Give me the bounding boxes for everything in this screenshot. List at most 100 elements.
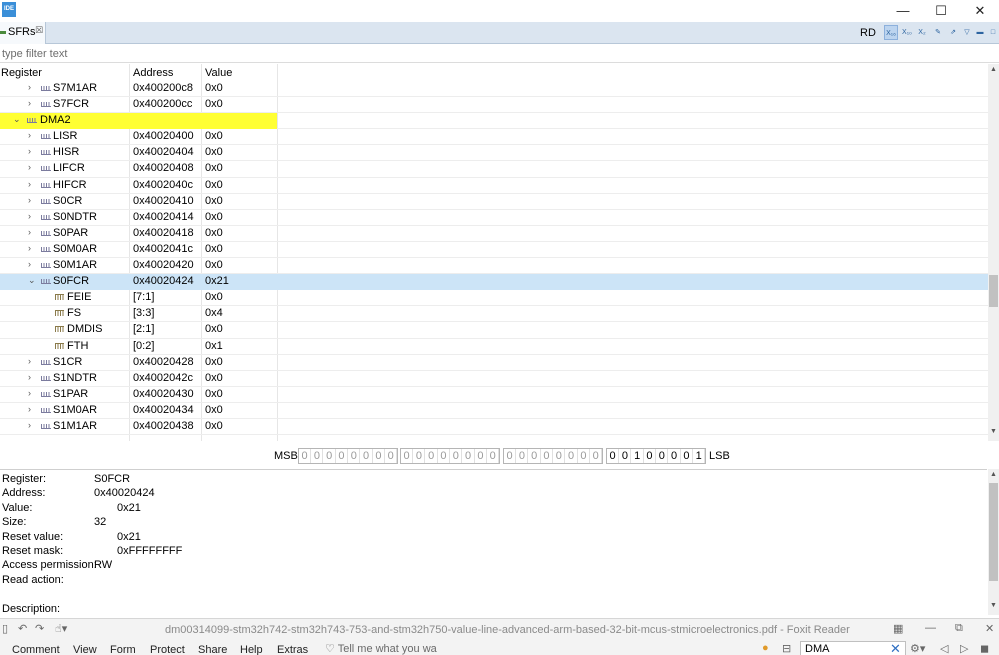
table-scrollbar[interactable]: ▲ ▼ — [988, 64, 999, 441]
table-row[interactable]: › S0CR 0x40020410 0x0 — [0, 194, 988, 210]
bit-cell[interactable]: 0 — [450, 449, 463, 463]
menu-extras[interactable]: Extras — [277, 644, 308, 655]
chevron-down-icon[interactable]: ⌄ — [13, 114, 21, 125]
tab-close-icon[interactable]: ☒ — [35, 25, 43, 36]
table-row[interactable]: › S1CR 0x40020428 0x0 — [0, 355, 988, 371]
cell-value[interactable]: 0x0 — [205, 82, 223, 94]
table-row[interactable]: › S1M0AR 0x40020434 0x0 — [0, 403, 988, 419]
bit-cell[interactable]: 0 — [426, 449, 438, 463]
column-header-address[interactable]: Address — [133, 67, 173, 79]
menu-view[interactable]: View — [73, 644, 97, 655]
cell-value[interactable]: 0x0 — [205, 420, 223, 432]
bit-cell[interactable]: 0 — [487, 449, 500, 463]
file-icon[interactable]: ▯ — [2, 622, 8, 635]
view-menu-icon[interactable]: ▽ — [960, 25, 974, 40]
menu-form[interactable]: Form — [110, 644, 136, 655]
table-row[interactable]: › S0M1AR 0x40020420 0x0 — [0, 258, 988, 275]
bit-cell[interactable]: 0 — [504, 449, 517, 463]
bit-cell[interactable]: 1 — [632, 449, 644, 463]
scroll-thumb[interactable] — [989, 275, 998, 307]
minimize-view-icon[interactable]: ▬ — [973, 25, 987, 40]
chevron-right-icon[interactable]: › — [28, 195, 31, 205]
menu-help[interactable]: Help — [240, 644, 263, 655]
chevron-right-icon[interactable]: › — [28, 388, 31, 398]
chevron-right-icon[interactable]: › — [28, 404, 31, 414]
menu-protect[interactable]: Protect — [150, 644, 185, 655]
foxit-search-box[interactable]: ✕ — [800, 641, 906, 655]
close-button[interactable]: ✕ — [961, 0, 999, 21]
cell-value[interactable]: 0x0 — [205, 146, 223, 158]
hand-tool-icon[interactable]: ☝▾ — [55, 622, 67, 635]
cell-value[interactable]: 0x21 — [205, 275, 229, 287]
field-row[interactable]: FTH [0:2] 0x1 — [0, 339, 988, 355]
bit-cell[interactable]: 0 — [324, 449, 336, 463]
chevron-right-icon[interactable]: › — [28, 179, 31, 189]
bit-cell[interactable]: 0 — [553, 449, 566, 463]
chevron-right-icon[interactable]: › — [28, 211, 31, 221]
chevron-right-icon[interactable]: › — [28, 130, 31, 140]
previous-result-icon[interactable]: ◁ — [940, 642, 948, 655]
chevron-right-icon[interactable]: › — [28, 162, 31, 172]
details-scrollbar[interactable]: ▲ ▼ — [988, 469, 999, 615]
restore-down-icon[interactable]: ⧉ — [955, 622, 963, 635]
bit-cell[interactable]: 0 — [413, 449, 426, 463]
bit-cell[interactable]: 0 — [336, 449, 349, 463]
tab-sfrs[interactable]: SFRs ☒ — [0, 22, 46, 44]
coin-icon[interactable]: ● — [762, 642, 769, 654]
table-row[interactable]: ⌄ S0FCR 0x40020424 0x21 — [0, 274, 988, 291]
scroll-down-icon[interactable]: ▼ — [988, 428, 999, 439]
undo-icon[interactable]: ↶ — [18, 622, 27, 635]
foxit-search-input[interactable] — [805, 642, 885, 655]
filter-input[interactable] — [2, 45, 992, 62]
column-header-register[interactable]: Register — [1, 67, 42, 79]
table-row[interactable]: › S1M1AR 0x40020438 0x0 — [0, 419, 988, 436]
cell-value[interactable]: 0x0 — [205, 211, 223, 223]
bit-cell[interactable]: 1 — [693, 449, 706, 463]
bit-cell[interactable]: 0 — [299, 449, 312, 463]
bit-cell[interactable]: 0 — [529, 449, 541, 463]
bit-cell[interactable]: 0 — [516, 449, 529, 463]
cell-value[interactable]: 0x0 — [205, 243, 223, 255]
cell-value[interactable]: 0x0 — [205, 372, 223, 384]
cell-value[interactable]: 0x0 — [205, 195, 223, 207]
table-row[interactable]: › S0PAR 0x40020418 0x0 — [0, 226, 988, 242]
bit-cell[interactable]: 0 — [311, 449, 324, 463]
cell-value[interactable]: 0x0 — [205, 130, 223, 142]
clear-search-icon[interactable]: ✕ — [890, 641, 901, 655]
bit-cell[interactable]: 0 — [656, 449, 669, 463]
bit-cell[interactable]: 0 — [644, 449, 657, 463]
cell-value[interactable]: 0x0 — [205, 291, 223, 303]
cell-value[interactable]: 0x4 — [205, 307, 223, 319]
scroll-down-icon[interactable]: ▼ — [988, 602, 999, 613]
cell-value[interactable]: 0x0 — [205, 356, 223, 368]
cell-value[interactable]: 0x0 — [205, 162, 223, 174]
chevron-right-icon[interactable]: › — [28, 259, 31, 269]
read-mode-label[interactable]: RD — [860, 27, 876, 39]
bit-cell[interactable]: 0 — [590, 449, 603, 463]
cell-value[interactable]: 0x0 — [205, 227, 223, 239]
menu-comment[interactable]: Comment — [12, 644, 60, 655]
bit-cell[interactable]: 0 — [669, 449, 681, 463]
chevron-down-icon[interactable]: ⌄ — [28, 275, 36, 286]
field-row[interactable]: FS [3:3] 0x4 — [0, 306, 988, 323]
chevron-right-icon[interactable]: › — [28, 82, 31, 92]
table-row[interactable]: › S7FCR 0x400200cc 0x0 — [0, 97, 988, 114]
table-row[interactable]: › HIFCR 0x4002040c 0x0 — [0, 178, 988, 194]
pin-icon[interactable]: ✎ — [931, 25, 945, 40]
table-row[interactable]: › S0NDTR 0x40020414 0x0 — [0, 210, 988, 226]
user-icon[interactable]: ◼ — [980, 642, 989, 655]
field-row[interactable]: FEIE [7:1] 0x0 — [0, 290, 988, 307]
table-row[interactable]: › S0M0AR 0x4002041c 0x0 — [0, 242, 988, 259]
table-row[interactable]: ⌄ DMA2 — [0, 113, 988, 130]
scroll-thumb[interactable] — [989, 483, 998, 581]
bit-cell[interactable]: 0 — [438, 449, 451, 463]
minimize-icon[interactable]: — — [925, 622, 936, 634]
cell-value[interactable]: 0x0 — [205, 388, 223, 400]
export-icon[interactable]: ⇗ — [946, 25, 960, 40]
cell-value[interactable]: 0x1 — [205, 340, 223, 352]
scroll-up-icon[interactable]: ▲ — [988, 471, 999, 482]
cell-value[interactable]: 0x0 — [205, 404, 223, 416]
table-row[interactable]: › LISR 0x40020400 0x0 — [0, 129, 988, 146]
restore-icon[interactable]: ▦ — [893, 622, 903, 635]
minimize-button[interactable]: — — [884, 0, 922, 21]
